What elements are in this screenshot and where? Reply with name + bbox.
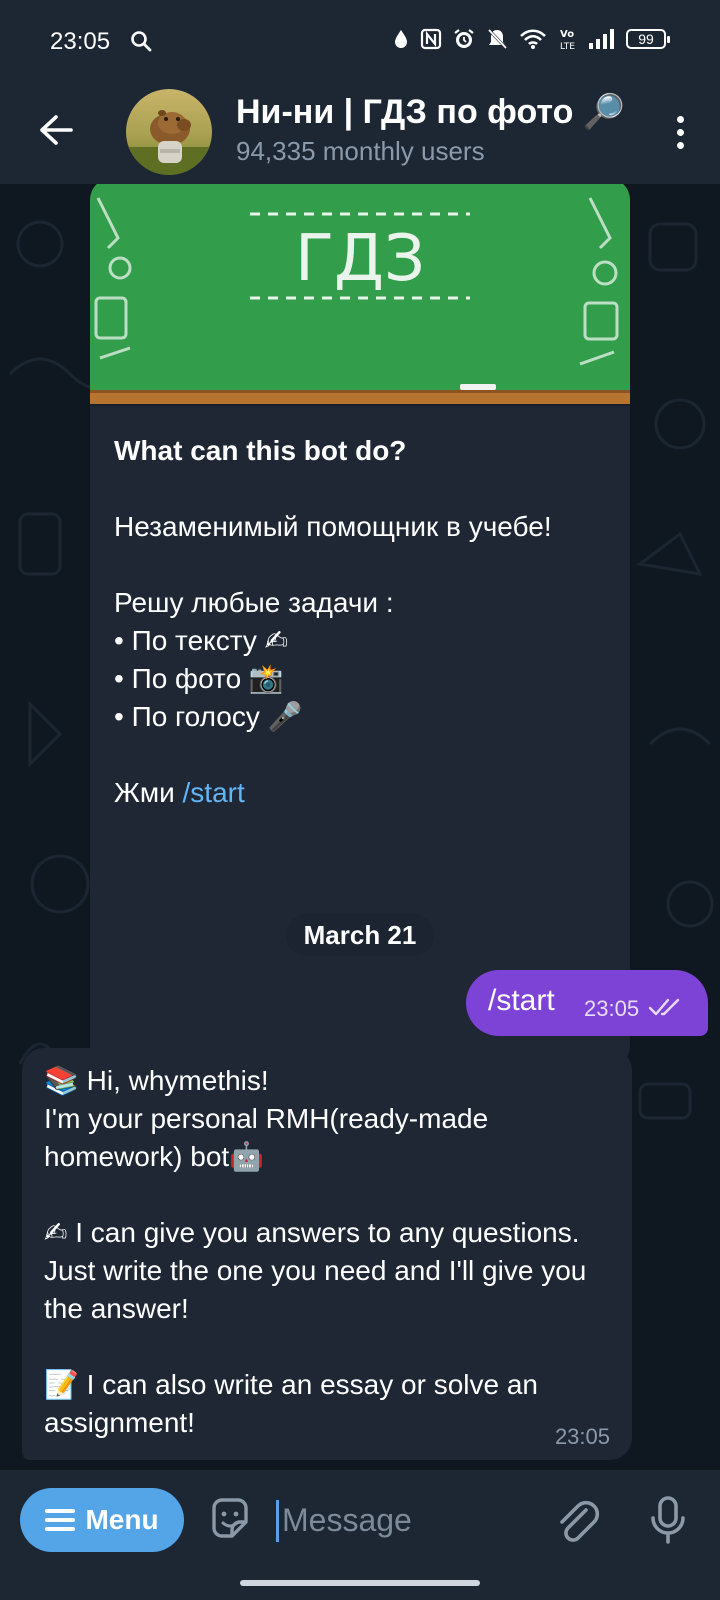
incoming-line1: 📚 Hi, whymethis!	[44, 1065, 269, 1096]
date-divider: March 21	[286, 914, 434, 956]
back-button[interactable]	[32, 106, 80, 154]
list-item: • По голосу 🎤	[114, 701, 303, 732]
battery-icon: 99	[626, 29, 670, 49]
bot-description-cta: Жми /start	[114, 774, 614, 812]
bot-description-para2-title: Решу любые задачи :	[114, 587, 394, 618]
svg-text:LTE: LTE	[560, 42, 575, 52]
double-check-icon	[648, 998, 680, 1016]
menu-label: Menu	[85, 1504, 159, 1535]
nfc-icon	[420, 28, 442, 50]
list-item: • По фото 📸	[114, 663, 284, 694]
menu-icon	[45, 1509, 76, 1531]
chat-header: Ни-ни | ГДЗ по фото 🔎 94,335 monthly use…	[0, 82, 720, 184]
menu-icon-line	[45, 1527, 76, 1531]
avatar[interactable]	[126, 89, 212, 175]
list-item: • По тексту ✍	[114, 625, 289, 656]
chat-area[interactable]: ГДЗ What can this bot do? Незаменимый по…	[0, 184, 720, 1470]
incoming-message-text: 📚 Hi, whymethis! I'm your personal RMH(r…	[44, 1062, 604, 1442]
incoming-para3: 📝 I can also write an essay or solve an …	[44, 1369, 538, 1438]
more-options-button[interactable]	[670, 108, 690, 156]
bot-description-text: What can this bot do? Незаменимый помощн…	[114, 432, 614, 812]
search-icon	[131, 31, 152, 52]
chat-title[interactable]: Ни-ни | ГДЗ по фото 🔎	[236, 92, 625, 132]
bot-menu-button[interactable]: Menu	[20, 1488, 184, 1552]
microphone-icon[interactable]	[648, 1494, 688, 1546]
more-icon-dot	[676, 128, 684, 136]
status-time: 23:05	[50, 28, 111, 55]
outgoing-message[interactable]: /start 23:05	[466, 970, 708, 1036]
wifi-icon	[520, 29, 546, 49]
paperclip-icon[interactable]	[552, 1494, 600, 1546]
incoming-message[interactable]: 📚 Hi, whymethis! I'm your personal RMH(r…	[22, 1048, 632, 1460]
menu-icon-line	[45, 1509, 76, 1513]
chat-subtitle: 94,335 monthly users	[236, 136, 485, 166]
outgoing-message-text: /start	[488, 984, 555, 1017]
bot-description-heading: What can this bot do?	[114, 435, 407, 466]
signal-icon	[589, 29, 614, 49]
drop-icon	[395, 30, 407, 48]
alarm-icon	[454, 29, 474, 48]
cta-prefix: Жми	[114, 777, 183, 808]
incoming-line2: I'm your personal RMH(ready-made homewor…	[44, 1103, 489, 1172]
home-indicator[interactable]	[240, 1580, 480, 1586]
status-icons: Vo LTE 99	[392, 26, 670, 52]
mute-icon	[487, 28, 508, 50]
sticker-icon[interactable]	[206, 1496, 254, 1544]
capybara-avatar-image	[126, 89, 212, 175]
arrow-left-icon	[40, 115, 73, 145]
bot-description-para1: Незаменимый помощник в учебе!	[114, 511, 552, 542]
text-caret	[276, 1500, 279, 1542]
volte-icon: Vo LTE	[560, 29, 575, 52]
message-input-bar: Menu	[0, 1470, 720, 1600]
more-icon	[676, 115, 684, 123]
incoming-message-time: 23:05	[554, 1424, 610, 1449]
more-icon-dot	[676, 141, 684, 149]
start-command-link[interactable]: /start	[183, 777, 245, 808]
svg-text:Vo: Vo	[560, 29, 574, 40]
menu-icon-line	[45, 1518, 76, 1522]
status-bar: 23:05 Vo LTE 99	[0, 0, 720, 82]
chalkboard-title: ГДЗ	[295, 222, 425, 296]
incoming-para2: ✍ I can give you answers to any question…	[44, 1217, 587, 1324]
outgoing-message-time: 23:05	[584, 996, 640, 1021]
message-input[interactable]	[282, 1492, 522, 1548]
chalkboard-image: ГДЗ	[90, 184, 630, 406]
